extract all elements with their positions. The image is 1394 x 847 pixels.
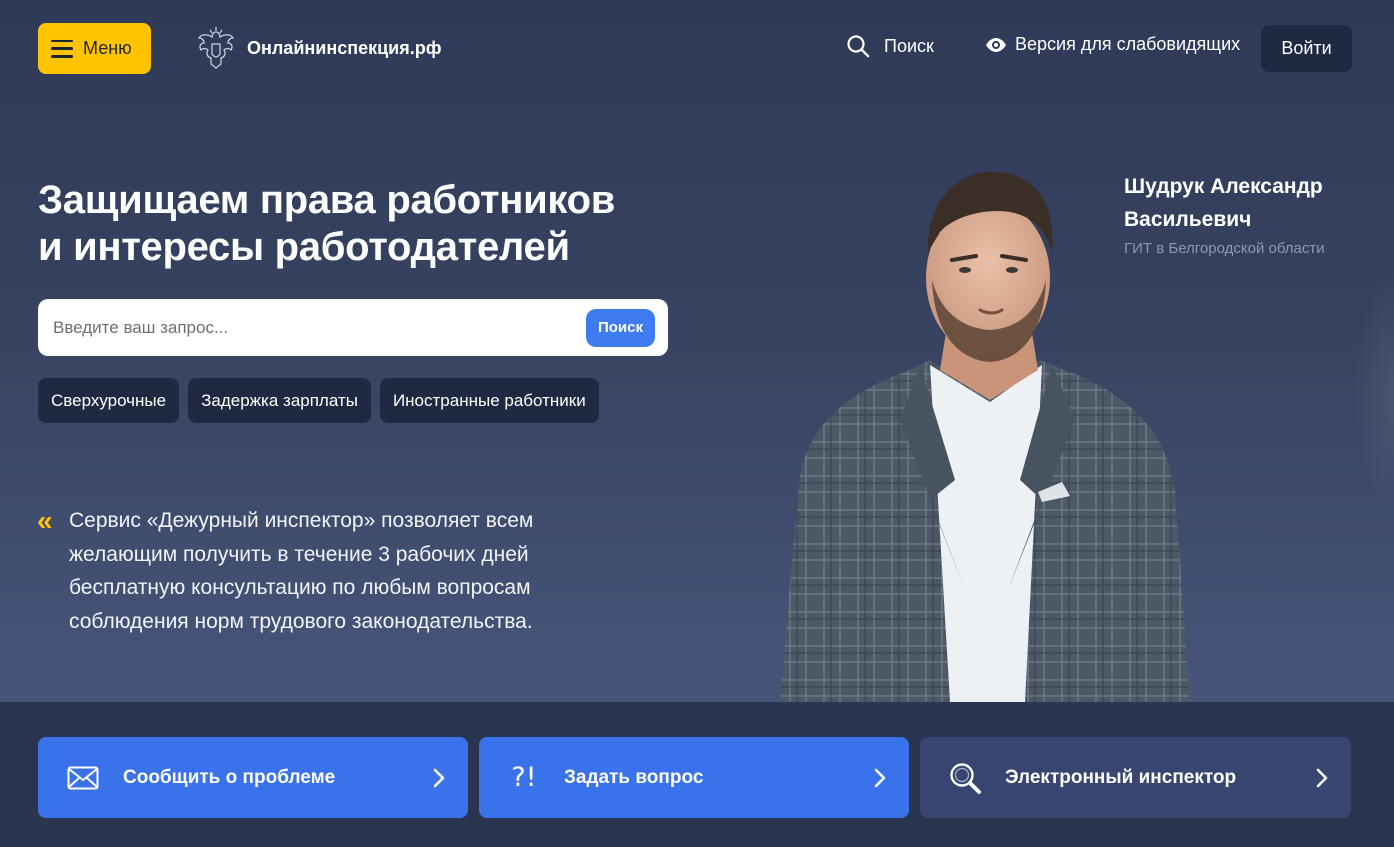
emblem-eagle-icon <box>197 27 235 69</box>
hamburger-icon <box>51 39 73 58</box>
inspector-name-line-2: Васильевич <box>1124 208 1252 231</box>
inspector-name-line-1: Шудрук Александр <box>1124 175 1323 198</box>
eye-icon <box>986 37 1006 52</box>
header-search-link[interactable]: Поиск <box>846 34 934 58</box>
chevron-right-icon <box>874 768 886 787</box>
e-inspector-label: Электронный инспектор <box>1005 766 1237 788</box>
hero-section: Меню Онлайнинспекция.рф Поиск Версия для… <box>0 0 1394 702</box>
headline-line-1: Защищаем права работников <box>38 178 615 222</box>
service-description: Сервис «Дежурный инспектор» позволяет вс… <box>69 509 534 633</box>
tag-overtime[interactable]: Сверхурочные <box>38 378 180 423</box>
question-exclamation-icon: ?! <box>511 762 537 793</box>
menu-button[interactable]: Меню <box>38 23 151 74</box>
login-button[interactable]: Войти <box>1261 25 1352 72</box>
page-headline: Защищаем права работников и интересы раб… <box>38 177 688 271</box>
chevron-right-icon <box>433 768 445 787</box>
search-icon <box>847 35 870 58</box>
tag-foreign-workers[interactable]: Иностранные работники <box>379 378 599 423</box>
tag-salary-delay[interactable]: Задержка зарплаты <box>188 378 371 423</box>
low-vision-link[interactable]: Версия для слабовидящих <box>985 34 1240 55</box>
site-logo[interactable]: Онлайнинспекция.рф <box>195 26 441 70</box>
ask-question-card[interactable]: ?! Задать вопрос <box>479 737 909 818</box>
e-inspector-card[interactable]: Электронный инспектор <box>920 737 1351 818</box>
low-vision-label: Версия для слабовидящих <box>1015 34 1241 54</box>
inspector-name: Шудрук Александр Васильевич <box>1124 170 1364 236</box>
report-problem-card[interactable]: Сообщить о проблеме <box>38 737 468 818</box>
quote-mark-icon: « <box>37 505 53 536</box>
action-cards: Сообщить о проблеме ?! Задать вопрос Эле… <box>38 737 1351 818</box>
report-problem-label: Сообщить о проблеме <box>123 766 336 788</box>
inspector-organization: ГИТ в Белгородской области <box>1124 240 1325 257</box>
envelope-icon <box>66 761 100 795</box>
magnifier-icon <box>948 761 982 795</box>
search-input[interactable] <box>53 317 586 338</box>
menu-label: Меню <box>83 38 132 58</box>
header-search-label: Поиск <box>884 35 934 56</box>
site-name: Онлайнинспекция.рф <box>247 37 442 58</box>
chevron-right-icon <box>1316 768 1328 787</box>
ask-question-label: Задать вопрос <box>564 766 704 788</box>
search-submit-button[interactable]: Поиск <box>586 308 655 347</box>
quick-tags: Сверхурочные Задержка зарплаты Иностранн… <box>38 378 599 423</box>
hero-search-box: Поиск <box>38 299 668 356</box>
headline-line-2: и интересы работодателей <box>38 225 570 269</box>
